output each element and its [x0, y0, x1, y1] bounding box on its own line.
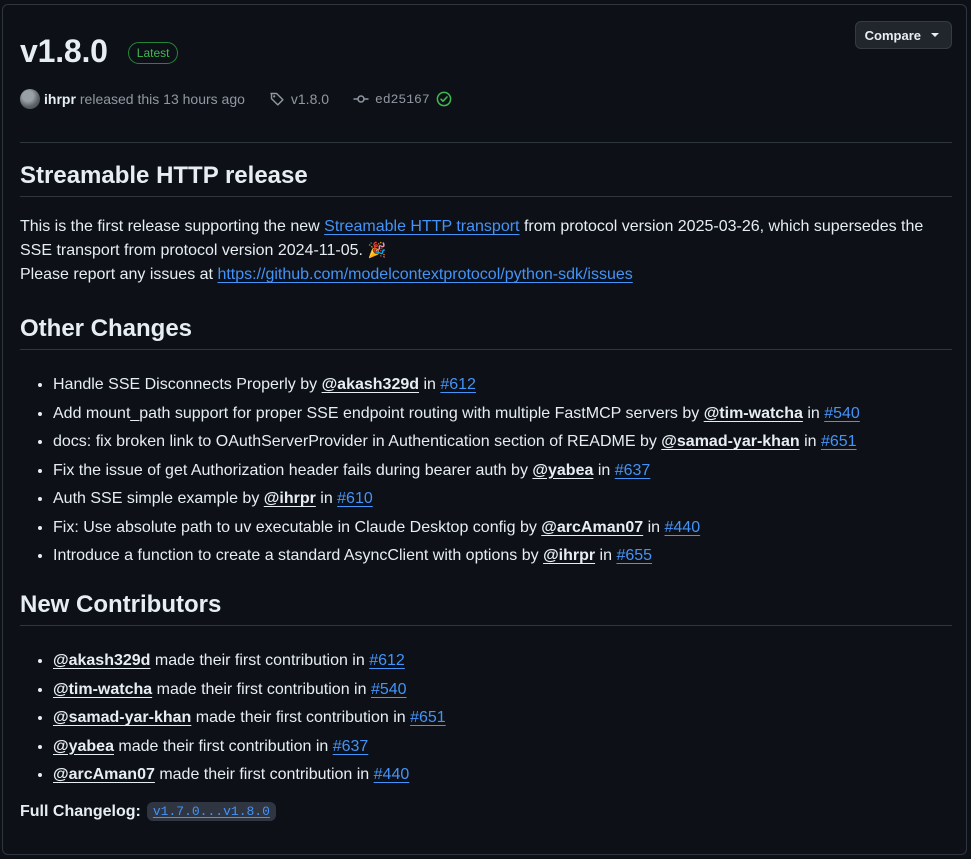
pr-link[interactable]: #651: [410, 709, 446, 726]
pr-link[interactable]: #440: [374, 766, 410, 783]
user-mention[interactable]: @ihrpr: [543, 547, 595, 564]
list-item: Add mount_path support for proper SSE en…: [53, 400, 860, 429]
pr-link[interactable]: #540: [371, 681, 407, 698]
avatar[interactable]: [20, 89, 40, 109]
new-contributors-list: @akash329d made their first contribution…: [20, 647, 446, 790]
pr-link[interactable]: #612: [369, 652, 405, 669]
pr-link[interactable]: #440: [665, 519, 701, 536]
latest-badge: Latest: [127, 42, 179, 64]
release-meta: ihrpr released this 13 hours ago v1.8.0 …: [20, 88, 452, 110]
author-link[interactable]: ihrpr: [44, 91, 76, 107]
user-mention[interactable]: @samad-yar-khan: [661, 433, 799, 450]
list-item: Auth SSE simple example by @ihrpr in #61…: [53, 485, 860, 514]
section-heading-new-contributors: New Contributors: [20, 591, 222, 618]
tag-link[interactable]: v1.8.0: [291, 91, 329, 107]
user-mention[interactable]: @yabea: [53, 738, 114, 755]
release-header: v1.8.0 Latest: [20, 31, 179, 71]
released-text: released this 13 hours ago: [79, 91, 245, 107]
user-mention[interactable]: @arcAman07: [541, 519, 643, 536]
list-item: @yabea made their first contribution in …: [53, 733, 446, 762]
list-item: @samad-yar-khan made their first contrib…: [53, 704, 446, 733]
heading-rule: [20, 349, 952, 350]
issues-link[interactable]: https://github.com/modelcontextprotocol/…: [217, 266, 632, 283]
pr-link[interactable]: #651: [821, 433, 857, 450]
user-mention[interactable]: @samad-yar-khan: [53, 709, 191, 726]
pr-link[interactable]: #610: [337, 490, 373, 507]
full-changelog-label: Full Changelog: [20, 802, 136, 820]
section-heading-other-changes: Other Changes: [20, 315, 193, 342]
list-item: Fix the issue of get Authorization heade…: [53, 457, 860, 486]
section-heading-streamable: Streamable HTTP release: [20, 162, 308, 189]
pr-link[interactable]: #540: [824, 405, 860, 422]
list-item: Introduce a function to create a standar…: [53, 542, 860, 571]
user-mention[interactable]: @tim-watcha: [53, 681, 152, 698]
party-emoji: 🎉: [367, 242, 387, 259]
report-text: Please report any issues at: [20, 266, 218, 283]
user-mention[interactable]: @akash329d: [322, 376, 419, 393]
list-item: docs: fix broken link to OAuthServerProv…: [53, 428, 860, 457]
release-intro: This is the first release supporting the…: [20, 215, 952, 287]
pr-link[interactable]: #637: [615, 462, 651, 479]
pr-link[interactable]: #637: [333, 738, 369, 755]
user-mention[interactable]: @tim-watcha: [704, 405, 803, 422]
full-changelog-colon: :: [135, 802, 141, 820]
user-mention[interactable]: @akash329d: [53, 652, 150, 669]
pr-link[interactable]: #612: [440, 376, 476, 393]
heading-rule: [20, 625, 952, 626]
list-item: Handle SSE Disconnects Properly by @akas…: [53, 371, 860, 400]
list-item: Fix: Use absolute path to uv executable …: [53, 514, 860, 543]
commit-link[interactable]: ed25167: [375, 92, 430, 107]
heading-rule: [20, 196, 952, 197]
other-changes-list: Handle SSE Disconnects Properly by @akas…: [20, 371, 860, 571]
tag-icon: [269, 91, 285, 107]
user-mention[interactable]: @yabea: [532, 462, 593, 479]
divider: [20, 142, 952, 143]
changelog-range-link[interactable]: v1.7.0...v1.8.0: [146, 802, 276, 821]
list-item: @tim-watcha made their first contributio…: [53, 676, 446, 705]
list-item: @akash329d made their first contribution…: [53, 647, 446, 676]
chevron-down-icon: [931, 33, 939, 37]
commit-icon: [353, 91, 369, 107]
list-item: @arcAman07 made their first contribution…: [53, 761, 446, 790]
pr-link[interactable]: #655: [616, 547, 652, 564]
user-mention[interactable]: @ihrpr: [264, 490, 316, 507]
intro-text: This is the first release supporting the…: [20, 218, 325, 235]
release-title[interactable]: v1.8.0: [20, 33, 108, 70]
full-changelog: Full Changelog: v1.7.0...v1.8.0: [20, 802, 276, 821]
verified-check-icon[interactable]: [436, 91, 452, 107]
user-mention[interactable]: @arcAman07: [53, 766, 155, 783]
compare-label: Compare: [864, 27, 921, 43]
compare-button[interactable]: Compare: [854, 21, 952, 49]
release-card: v1.8.0 Latest Compare ihrpr released thi…: [2, 4, 967, 855]
streamable-http-link[interactable]: Streamable HTTP transport: [324, 218, 519, 235]
